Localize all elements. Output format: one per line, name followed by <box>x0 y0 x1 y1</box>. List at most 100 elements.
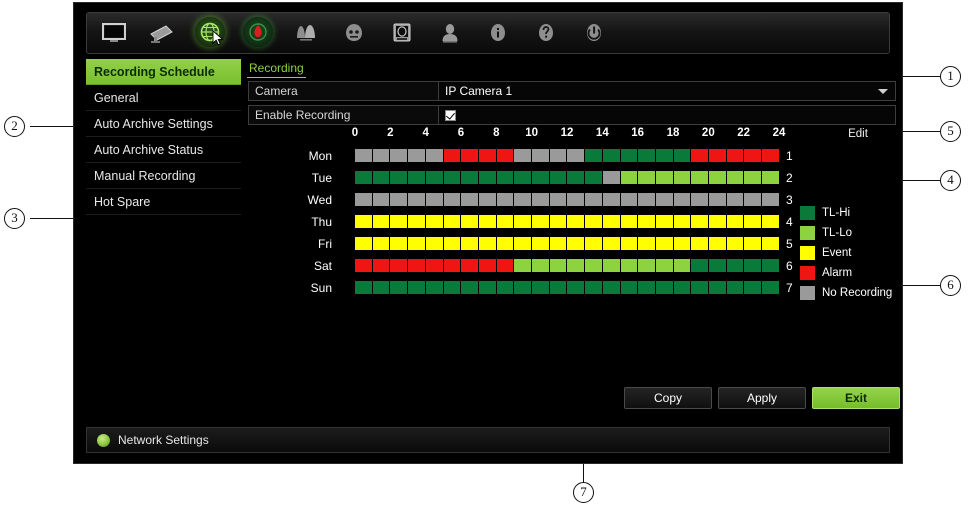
schedule-cell[interactable] <box>372 171 391 184</box>
sidebar-item-manual-recording[interactable]: Manual Recording <box>86 163 241 189</box>
sidebar-item-auto-archive-status[interactable]: Auto Archive Status <box>86 137 241 163</box>
schedule-cell[interactable] <box>620 259 639 272</box>
schedule-cell[interactable] <box>425 237 444 250</box>
schedule-cell[interactable] <box>390 215 409 228</box>
schedule-cell[interactable] <box>355 215 373 228</box>
schedule-cell[interactable] <box>673 149 692 162</box>
storage-disk-icon[interactable] <box>385 17 419 49</box>
schedule-cell[interactable] <box>638 193 656 206</box>
schedule-cell[interactable] <box>372 215 391 228</box>
schedule-cell[interactable] <box>602 149 621 162</box>
schedule-cell[interactable] <box>762 215 779 228</box>
schedule-cell[interactable] <box>638 149 656 162</box>
schedule-cell[interactable] <box>691 237 710 250</box>
enable-recording-checkbox[interactable] <box>445 110 456 121</box>
schedule-cell[interactable] <box>478 281 497 294</box>
edit-button[interactable]: Edit <box>817 127 899 143</box>
schedule-cell[interactable] <box>549 171 568 184</box>
schedule-cell[interactable] <box>532 237 550 250</box>
schedule-cell[interactable] <box>390 171 409 184</box>
schedule-cell[interactable] <box>673 171 692 184</box>
schedule-cell[interactable] <box>478 237 497 250</box>
schedule-cell[interactable] <box>620 237 639 250</box>
schedule-cell[interactable] <box>408 215 426 228</box>
schedule-cell[interactable] <box>762 149 779 162</box>
schedule-cell[interactable] <box>673 193 692 206</box>
schedule-cell[interactable] <box>514 281 533 294</box>
schedule-cell[interactable] <box>602 259 621 272</box>
schedule-cell[interactable] <box>461 193 479 206</box>
schedule-cell[interactable] <box>567 215 586 228</box>
schedule-cell[interactable] <box>585 171 603 184</box>
schedule-bar-sun[interactable] <box>355 281 779 294</box>
schedule-bar-fri[interactable] <box>355 237 779 250</box>
schedule-cell[interactable] <box>443 171 462 184</box>
schedule-cell[interactable] <box>496 171 515 184</box>
schedule-bar-sat[interactable] <box>355 259 779 272</box>
help-icon[interactable] <box>529 17 563 49</box>
schedule-cell[interactable] <box>532 149 550 162</box>
camera-icon[interactable] <box>145 17 179 49</box>
schedule-cell[interactable] <box>673 259 692 272</box>
schedule-cell[interactable] <box>496 281 515 294</box>
schedule-cell[interactable] <box>549 215 568 228</box>
schedule-cell[interactable] <box>478 193 497 206</box>
schedule-cell[interactable] <box>638 281 656 294</box>
schedule-cell[interactable] <box>408 149 426 162</box>
schedule-cell[interactable] <box>549 281 568 294</box>
schedule-cell[interactable] <box>726 215 745 228</box>
schedule-cell[interactable] <box>478 259 497 272</box>
schedule-cell[interactable] <box>585 193 603 206</box>
schedule-cell[interactable] <box>744 259 763 272</box>
schedule-cell[interactable] <box>709 237 727 250</box>
schedule-cell[interactable] <box>496 149 515 162</box>
schedule-cell[interactable] <box>514 215 533 228</box>
schedule-cell[interactable] <box>478 149 497 162</box>
schedule-cell[interactable] <box>443 215 462 228</box>
schedule-cell[interactable] <box>655 215 674 228</box>
schedule-cell[interactable] <box>585 281 603 294</box>
chevron-down-icon[interactable] <box>878 89 888 94</box>
schedule-bar-mon[interactable] <box>355 149 779 162</box>
schedule-cell[interactable] <box>496 259 515 272</box>
schedule-cell[interactable] <box>355 171 373 184</box>
schedule-cell[interactable] <box>355 281 373 294</box>
schedule-bar-tue[interactable] <box>355 171 779 184</box>
schedule-cell[interactable] <box>709 149 727 162</box>
schedule-cell[interactable] <box>567 149 586 162</box>
schedule-cell[interactable] <box>390 149 409 162</box>
schedule-cell[interactable] <box>709 259 727 272</box>
copy-button[interactable]: Copy <box>624 387 712 409</box>
schedule-cell[interactable] <box>744 281 763 294</box>
schedule-cell[interactable] <box>673 237 692 250</box>
camera-select[interactable]: IP Camera 1 <box>439 82 895 100</box>
schedule-cell[interactable] <box>514 259 533 272</box>
schedule-cell[interactable] <box>372 193 391 206</box>
schedule-cell[interactable] <box>443 193 462 206</box>
schedule-cell[interactable] <box>655 193 674 206</box>
schedule-cell[interactable] <box>372 281 391 294</box>
schedule-cell[interactable] <box>355 193 373 206</box>
schedule-bar-wed[interactable] <box>355 193 779 206</box>
display-monitor-icon[interactable] <box>97 17 131 49</box>
schedule-cell[interactable] <box>655 149 674 162</box>
schedule-cell[interactable] <box>655 281 674 294</box>
sidebar-item-general[interactable]: General <box>86 85 241 111</box>
schedule-cell[interactable] <box>372 149 391 162</box>
schedule-cell[interactable] <box>655 259 674 272</box>
schedule-cell[interactable] <box>726 259 745 272</box>
schedule-cell[interactable] <box>744 193 763 206</box>
schedule-cell[interactable] <box>602 171 621 184</box>
schedule-cell[interactable] <box>638 259 656 272</box>
schedule-cell[interactable] <box>620 149 639 162</box>
schedule-cell[interactable] <box>425 215 444 228</box>
schedule-cell[interactable] <box>585 149 603 162</box>
schedule-cell[interactable] <box>355 259 373 272</box>
schedule-cell[interactable] <box>567 281 586 294</box>
schedule-cell[interactable] <box>390 193 409 206</box>
schedule-cell[interactable] <box>443 259 462 272</box>
schedule-cell[interactable] <box>549 259 568 272</box>
schedule-cell[interactable] <box>602 281 621 294</box>
schedule-cell[interactable] <box>744 149 763 162</box>
schedule-cell[interactable] <box>762 259 779 272</box>
